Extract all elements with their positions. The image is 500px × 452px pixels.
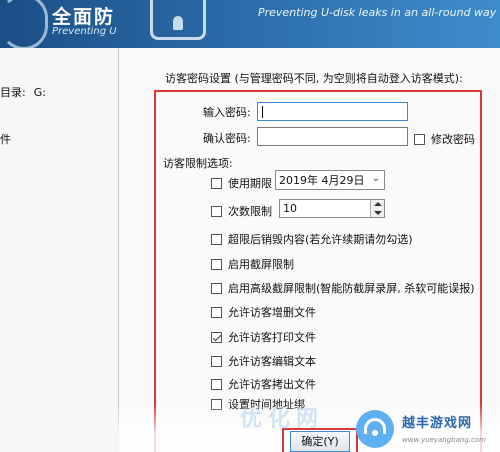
option-checkbox-row[interactable]: 超限后销毁内容(若允许续期请勿勾选) bbox=[211, 231, 413, 247]
checkbox-box[interactable] bbox=[211, 258, 222, 270]
guest-options-label: 访客限制选项: bbox=[163, 157, 233, 170]
confirm-password-input[interactable] bbox=[257, 127, 408, 146]
watermark-site-name: 越丰游戏网 bbox=[402, 416, 473, 431]
option-checkbox-row[interactable]: 启用高级截屏限制(智能防截屏录屏, 杀软可能误报) bbox=[211, 280, 475, 296]
banner-subtitle: Preventing U bbox=[52, 26, 117, 37]
banner-title: 全面防 bbox=[52, 6, 116, 28]
checkbox-box[interactable] bbox=[211, 306, 222, 318]
option-label: 允许访客增删文件 bbox=[228, 306, 316, 319]
lock-keyhole-icon bbox=[173, 16, 183, 30]
background-panel bbox=[0, 48, 120, 452]
option-label: 允许访客拷出文件 bbox=[228, 378, 316, 391]
app-banner: 全面防 Preventing U Preventing U-disk leaks… bbox=[0, 0, 500, 48]
change-password-label: 修改密码 bbox=[431, 133, 475, 146]
expiry-date-picker[interactable]: 2019年 4月29日 ⌄ bbox=[275, 170, 385, 190]
file-label: 件 bbox=[0, 133, 11, 146]
dialog-heading: 访客密码设置 (与管理密码不同, 为空则将自动登入访客模式): bbox=[165, 72, 463, 85]
expiry-checkbox[interactable]: 使用期限 bbox=[211, 175, 272, 191]
option-label: 超限后销毁内容(若允许续期请勿勾选) bbox=[228, 233, 413, 246]
option-label: 启用截屏限制 bbox=[228, 258, 294, 271]
option-checkbox-row[interactable]: 允许访客增删文件 bbox=[211, 304, 316, 320]
chevron-down-icon[interactable]: ⌄ bbox=[372, 173, 380, 184]
directory-value: G: bbox=[33, 86, 46, 99]
directory-row: 目录: G: bbox=[0, 84, 46, 100]
checkbox-box[interactable] bbox=[211, 331, 222, 343]
guest-password-dialog: 访客密码设置 (与管理密码不同, 为空则将自动登入访客模式): 输入密码: 确认… bbox=[118, 48, 500, 452]
option-checkbox-row[interactable]: 允许访客拷出文件 bbox=[211, 376, 316, 392]
option-checkbox-row[interactable]: 允许访客编辑文本 bbox=[211, 353, 316, 369]
password-label: 输入密码: bbox=[203, 106, 251, 119]
checkbox-box[interactable] bbox=[211, 282, 222, 294]
checkbox-box[interactable] bbox=[414, 133, 425, 145]
checkbox-box[interactable] bbox=[211, 205, 222, 217]
expiry-label: 使用期限 bbox=[228, 177, 272, 190]
confirm-password-label: 确认密码: bbox=[203, 132, 251, 145]
watermark-url: www.yueyangbang.com bbox=[402, 436, 486, 444]
text-caret bbox=[262, 106, 263, 118]
checkbox-box[interactable] bbox=[211, 355, 222, 367]
count-limit-stepper[interactable]: 10 bbox=[279, 199, 385, 218]
count-limit-value: 10 bbox=[283, 202, 297, 215]
checkbox-box[interactable] bbox=[211, 233, 222, 245]
option-checkbox-row[interactable]: 允许访客打印文件 bbox=[211, 329, 316, 345]
spin-down-icon[interactable] bbox=[374, 211, 382, 215]
shield-logo-icon bbox=[0, 0, 48, 48]
option-label: 允许访客编辑文本 bbox=[228, 355, 316, 368]
count-limit-label: 次数限制 bbox=[228, 205, 272, 218]
checkbox-box[interactable] bbox=[211, 177, 222, 189]
wifi-dot-icon bbox=[372, 430, 378, 436]
checkbox-box[interactable] bbox=[211, 378, 222, 390]
ok-button[interactable]: 确定(Y) bbox=[290, 431, 350, 452]
option-label: 启用高级截屏限制(智能防截屏录屏, 杀软可能误报) bbox=[228, 282, 475, 295]
directory-label: 目录: bbox=[0, 86, 26, 99]
change-password-checkbox[interactable]: 修改密码 bbox=[414, 131, 475, 147]
password-input[interactable] bbox=[257, 102, 408, 121]
count-limit-checkbox[interactable]: 次数限制 bbox=[211, 203, 272, 219]
spin-buttons[interactable] bbox=[370, 200, 384, 217]
expiry-date-value: 2019年 4月29日 bbox=[279, 174, 365, 187]
option-checkbox-row[interactable]: 启用截屏限制 bbox=[211, 256, 294, 272]
banner-slogan: Preventing U-disk leaks in an all-round … bbox=[258, 6, 497, 19]
option-label: 允许访客打印文件 bbox=[228, 331, 316, 344]
spin-up-icon[interactable] bbox=[374, 202, 382, 206]
